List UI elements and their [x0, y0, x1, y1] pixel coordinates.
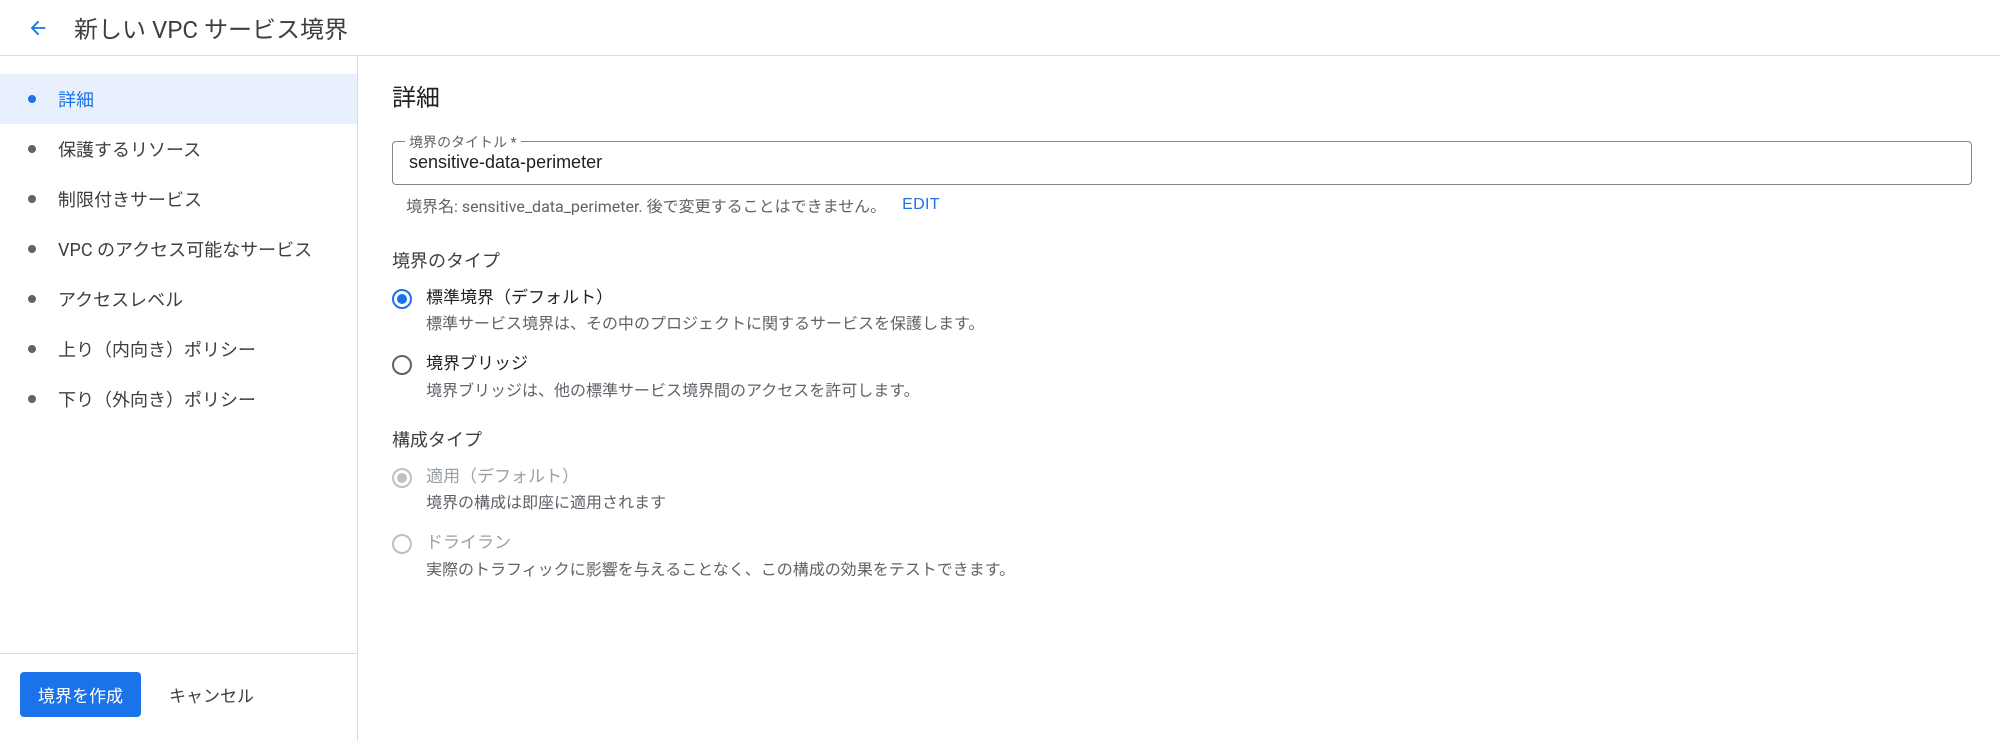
section-title: 詳細 — [392, 78, 1972, 113]
sidebar-item-label: 保護するリソース — [58, 136, 201, 162]
option-label: 適用（デフォルト） — [426, 466, 666, 488]
radio-standard-perimeter[interactable]: 標準境界（デフォルト） 標準サービス境界は、その中のプロジェクトに関するサービス… — [392, 287, 1972, 335]
radio-icon — [392, 468, 412, 488]
step-dot-icon — [28, 145, 36, 153]
helper-row: 境界名: sensitive_data_perimeter. 後で変更することは… — [392, 193, 1972, 217]
radio-enforce: 適用（デフォルト） 境界の構成は即座に適用されます — [392, 466, 1972, 514]
page-title: 新しい VPC サービス境界 — [74, 10, 348, 45]
sidebar-item-resources[interactable]: 保護するリソース — [0, 124, 357, 174]
radio-text: ドライラン 実際のトラフィックに影響を与えることなく、この構成の効果をテストでき… — [426, 532, 1015, 580]
top-bar: 新しい VPC サービス境界 — [0, 0, 2000, 56]
step-dot-icon — [28, 195, 36, 203]
radio-text: 適用（デフォルト） 境界の構成は即座に適用されます — [426, 466, 666, 514]
step-dot-icon — [28, 295, 36, 303]
create-perimeter-button[interactable]: 境界を作成 — [20, 672, 141, 717]
radio-icon — [392, 289, 412, 309]
step-dot-icon — [28, 395, 36, 403]
sidebar-item-label: 制限付きサービス — [58, 186, 202, 212]
step-dot-icon — [28, 95, 36, 103]
step-dot-icon — [28, 345, 36, 353]
config-type-group: 構成タイプ 適用（デフォルト） 境界の構成は即座に適用されます ドライラン 実際… — [392, 426, 1972, 581]
perimeter-title-field: 境界のタイトル * — [392, 141, 1972, 185]
sidebar-item-access-levels[interactable]: アクセスレベル — [0, 274, 357, 324]
radio-text: 境界ブリッジ 境界ブリッジは、他の標準サービス境界間のアクセスを許可します。 — [426, 353, 920, 401]
option-description: 実際のトラフィックに影響を与えることなく、この構成の効果をテストできます。 — [426, 559, 1015, 581]
perimeter-type-group: 境界のタイプ 標準境界（デフォルト） 標準サービス境界は、その中のプロジェクトに… — [392, 247, 1972, 402]
edit-name-button[interactable]: EDIT — [902, 196, 940, 214]
radio-icon — [392, 534, 412, 554]
perimeter-title-input[interactable] — [407, 150, 1957, 174]
back-arrow-button[interactable] — [20, 10, 56, 46]
sidebar-item-ingress-policies[interactable]: 上り（内向き）ポリシー — [0, 324, 357, 374]
sidebar-item-label: 下り（外向き）ポリシー — [58, 386, 256, 412]
sidebar-items: 詳細 保護するリソース 制限付きサービス VPC のアクセス可能なサービス アク… — [0, 74, 357, 653]
body: 詳細 保護するリソース 制限付きサービス VPC のアクセス可能なサービス アク… — [0, 56, 2000, 741]
sidebar: 詳細 保護するリソース 制限付きサービス VPC のアクセス可能なサービス アク… — [0, 56, 358, 741]
main-panel: 詳細 境界のタイトル * 境界名: sensitive_data_perimet… — [358, 56, 2000, 741]
helper-text: 境界名: sensitive_data_perimeter. 後で変更することは… — [406, 193, 886, 217]
field-label: 境界のタイトル * — [405, 132, 521, 152]
option-description: 境界ブリッジは、他の標準サービス境界間のアクセスを許可します。 — [426, 380, 920, 402]
step-dot-icon — [28, 245, 36, 253]
sidebar-item-restricted-services[interactable]: 制限付きサービス — [0, 174, 357, 224]
option-label: 標準境界（デフォルト） — [426, 287, 984, 309]
group-heading: 境界のタイプ — [392, 247, 1972, 273]
sidebar-item-vpc-accessible-services[interactable]: VPC のアクセス可能なサービス — [0, 224, 357, 274]
arrow-left-icon — [27, 17, 49, 39]
sidebar-item-egress-policies[interactable]: 下り（外向き）ポリシー — [0, 374, 357, 424]
option-description: 境界の構成は即座に適用されます — [426, 492, 666, 514]
sidebar-item-label: 上り（内向き）ポリシー — [58, 336, 256, 362]
option-label: ドライラン — [426, 532, 1015, 554]
root: 新しい VPC サービス境界 詳細 保護するリソース 制限付きサービス — [0, 0, 2000, 741]
sidebar-item-label: VPC のアクセス可能なサービス — [58, 236, 312, 262]
option-label: 境界ブリッジ — [426, 353, 920, 375]
sidebar-actions: 境界を作成 キャンセル — [0, 653, 357, 741]
radio-dry-run: ドライラン 実際のトラフィックに影響を与えることなく、この構成の効果をテストでき… — [392, 532, 1972, 580]
radio-icon — [392, 355, 412, 375]
group-heading: 構成タイプ — [392, 426, 1972, 452]
cancel-button[interactable]: キャンセル — [165, 674, 258, 715]
radio-text: 標準境界（デフォルト） 標準サービス境界は、その中のプロジェクトに関するサービス… — [426, 287, 984, 335]
option-description: 標準サービス境界は、その中のプロジェクトに関するサービスを保護します。 — [426, 313, 984, 335]
radio-perimeter-bridge[interactable]: 境界ブリッジ 境界ブリッジは、他の標準サービス境界間のアクセスを許可します。 — [392, 353, 1972, 401]
sidebar-item-details[interactable]: 詳細 — [0, 74, 357, 124]
sidebar-item-label: 詳細 — [58, 86, 94, 112]
sidebar-item-label: アクセスレベル — [58, 286, 183, 312]
